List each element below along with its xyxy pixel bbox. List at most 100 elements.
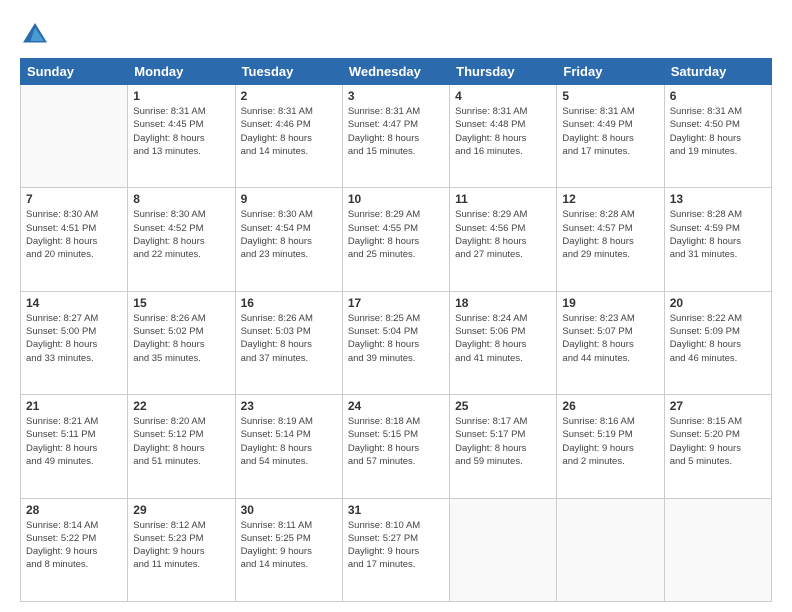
day-number: 10 (348, 192, 444, 206)
header-day-saturday: Saturday (664, 59, 771, 85)
calendar-cell: 30 Sunrise: 8:11 AM Sunset: 5:25 PM Dayli… (235, 498, 342, 601)
day-info: Sunrise: 8:28 AM Sunset: 4:59 PM Dayligh… (670, 208, 766, 261)
day-number: 5 (562, 89, 658, 103)
calendar-cell: 25Sunrise: 8:17 AM Sunset: 5:17 PM Dayli… (450, 395, 557, 498)
calendar-cell: 5 Sunrise: 8:31 AM Sunset: 4:49 PM Daylig… (557, 85, 664, 188)
day-number: 6 (670, 89, 766, 103)
day-info: Sunrise: 8:15 AM Sunset: 5:20 PM Dayligh… (670, 415, 766, 468)
day-number: 12 (562, 192, 658, 206)
page: SundayMondayTuesdayWednesdayThursdayFrid… (0, 0, 792, 612)
week-row-3: 14 Sunrise: 8:27 AM Sunset: 5:00 PM Dayli… (21, 291, 772, 394)
day-info: Sunrise: 8:11 AM Sunset: 5:25 PM Dayligh… (241, 519, 337, 572)
day-number: 18 (455, 296, 551, 310)
day-info: Sunrise: 8:30 AM Sunset: 4:52 PM Dayligh… (133, 208, 229, 261)
day-info: Sunrise: 8:16 AM Sunset: 5:19 PM Dayligh… (562, 415, 658, 468)
day-number: 30 (241, 503, 337, 517)
day-info: Sunrise: 8:25 AM Sunset: 5:04 PM Dayligh… (348, 312, 444, 365)
day-number: 27 (670, 399, 766, 413)
logo-icon (20, 20, 50, 50)
day-number: 31 (348, 503, 444, 517)
day-info: Sunrise: 8:31 AM Sunset: 4:48 PM Dayligh… (455, 105, 551, 158)
week-row-4: 21 Sunrise: 8:21 AM Sunset: 5:11 PM Dayli… (21, 395, 772, 498)
day-number: 28 (26, 503, 122, 517)
header-day-wednesday: Wednesday (342, 59, 449, 85)
calendar-cell: 13 Sunrise: 8:28 AM Sunset: 4:59 PM Dayli… (664, 188, 771, 291)
calendar-cell (557, 498, 664, 601)
day-number: 19 (562, 296, 658, 310)
day-info: Sunrise: 8:28 AM Sunset: 4:57 PM Dayligh… (562, 208, 658, 261)
day-number: 23 (241, 399, 337, 413)
calendar-cell: 9 Sunrise: 8:30 AM Sunset: 4:54 PM Daylig… (235, 188, 342, 291)
calendar-cell: 14 Sunrise: 8:27 AM Sunset: 5:00 PM Dayli… (21, 291, 128, 394)
day-number: 14 (26, 296, 122, 310)
calendar-cell: 2Sunrise: 8:31 AM Sunset: 4:46 PM Daylig… (235, 85, 342, 188)
day-info: Sunrise: 8:31 AM Sunset: 4:49 PM Dayligh… (562, 105, 658, 158)
day-info: Sunrise: 8:19 AM Sunset: 5:14 PM Dayligh… (241, 415, 337, 468)
day-info: Sunrise: 8:20 AM Sunset: 5:12 PM Dayligh… (133, 415, 229, 468)
day-number: 15 (133, 296, 229, 310)
calendar-cell: 28 Sunrise: 8:14 AM Sunset: 5:22 PM Dayli… (21, 498, 128, 601)
header (20, 20, 772, 50)
calendar-cell: 26Sunrise: 8:16 AM Sunset: 5:19 PM Dayli… (557, 395, 664, 498)
week-row-2: 7 Sunrise: 8:30 AM Sunset: 4:51 PM Daylig… (21, 188, 772, 291)
day-info: Sunrise: 8:12 AM Sunset: 5:23 PM Dayligh… (133, 519, 229, 572)
day-number: 21 (26, 399, 122, 413)
day-info: Sunrise: 8:22 AM Sunset: 5:09 PM Dayligh… (670, 312, 766, 365)
day-info: Sunrise: 8:27 AM Sunset: 5:00 PM Dayligh… (26, 312, 122, 365)
calendar-cell: 15 Sunrise: 8:26 AM Sunset: 5:02 PM Dayli… (128, 291, 235, 394)
day-number: 25 (455, 399, 551, 413)
day-info: Sunrise: 8:31 AM Sunset: 4:50 PM Dayligh… (670, 105, 766, 158)
day-info: Sunrise: 8:21 AM Sunset: 5:11 PM Dayligh… (26, 415, 122, 468)
day-number: 4 (455, 89, 551, 103)
day-number: 17 (348, 296, 444, 310)
day-info: Sunrise: 8:24 AM Sunset: 5:06 PM Dayligh… (455, 312, 551, 365)
header-day-friday: Friday (557, 59, 664, 85)
day-info: Sunrise: 8:29 AM Sunset: 4:55 PM Dayligh… (348, 208, 444, 261)
header-day-thursday: Thursday (450, 59, 557, 85)
calendar-cell: 21 Sunrise: 8:21 AM Sunset: 5:11 PM Dayli… (21, 395, 128, 498)
calendar-cell: 16 Sunrise: 8:26 AM Sunset: 5:03 PM Dayli… (235, 291, 342, 394)
calendar-cell (21, 85, 128, 188)
calendar-cell: 22Sunrise: 8:20 AM Sunset: 5:12 PM Dayli… (128, 395, 235, 498)
calendar-header-row: SundayMondayTuesdayWednesdayThursdayFrid… (21, 59, 772, 85)
calendar-cell: 18 Sunrise: 8:24 AM Sunset: 5:06 PM Dayli… (450, 291, 557, 394)
calendar-body: 1Sunrise: 8:31 AM Sunset: 4:45 PM Daylig… (21, 85, 772, 602)
day-info: Sunrise: 8:30 AM Sunset: 4:54 PM Dayligh… (241, 208, 337, 261)
calendar-cell: 12 Sunrise: 8:28 AM Sunset: 4:57 PM Dayli… (557, 188, 664, 291)
calendar-cell: 11Sunrise: 8:29 AM Sunset: 4:56 PM Dayli… (450, 188, 557, 291)
day-info: Sunrise: 8:31 AM Sunset: 4:47 PM Dayligh… (348, 105, 444, 158)
day-number: 24 (348, 399, 444, 413)
day-info: Sunrise: 8:14 AM Sunset: 5:22 PM Dayligh… (26, 519, 122, 572)
calendar-cell (664, 498, 771, 601)
day-number: 3 (348, 89, 444, 103)
day-number: 7 (26, 192, 122, 206)
calendar-cell: 6 Sunrise: 8:31 AM Sunset: 4:50 PM Daylig… (664, 85, 771, 188)
day-info: Sunrise: 8:18 AM Sunset: 5:15 PM Dayligh… (348, 415, 444, 468)
calendar-table: SundayMondayTuesdayWednesdayThursdayFrid… (20, 58, 772, 602)
day-number: 8 (133, 192, 229, 206)
day-info: Sunrise: 8:30 AM Sunset: 4:51 PM Dayligh… (26, 208, 122, 261)
day-info: Sunrise: 8:26 AM Sunset: 5:03 PM Dayligh… (241, 312, 337, 365)
day-number: 29 (133, 503, 229, 517)
day-number: 2 (241, 89, 337, 103)
day-number: 13 (670, 192, 766, 206)
day-number: 20 (670, 296, 766, 310)
calendar-cell: 27 Sunrise: 8:15 AM Sunset: 5:20 PM Dayli… (664, 395, 771, 498)
calendar-cell: 7 Sunrise: 8:30 AM Sunset: 4:51 PM Daylig… (21, 188, 128, 291)
week-row-1: 1Sunrise: 8:31 AM Sunset: 4:45 PM Daylig… (21, 85, 772, 188)
calendar-cell: 17 Sunrise: 8:25 AM Sunset: 5:04 PM Dayli… (342, 291, 449, 394)
calendar-cell: 19Sunrise: 8:23 AM Sunset: 5:07 PM Dayli… (557, 291, 664, 394)
day-info: Sunrise: 8:10 AM Sunset: 5:27 PM Dayligh… (348, 519, 444, 572)
day-number: 1 (133, 89, 229, 103)
calendar-cell: 3 Sunrise: 8:31 AM Sunset: 4:47 PM Daylig… (342, 85, 449, 188)
day-info: Sunrise: 8:26 AM Sunset: 5:02 PM Dayligh… (133, 312, 229, 365)
day-number: 11 (455, 192, 551, 206)
day-number: 16 (241, 296, 337, 310)
day-number: 9 (241, 192, 337, 206)
calendar-cell: 8 Sunrise: 8:30 AM Sunset: 4:52 PM Daylig… (128, 188, 235, 291)
calendar-cell: 31 Sunrise: 8:10 AM Sunset: 5:27 PM Dayli… (342, 498, 449, 601)
header-day-tuesday: Tuesday (235, 59, 342, 85)
header-day-monday: Monday (128, 59, 235, 85)
calendar-cell: 10 Sunrise: 8:29 AM Sunset: 4:55 PM Dayli… (342, 188, 449, 291)
calendar-cell: 1Sunrise: 8:31 AM Sunset: 4:45 PM Daylig… (128, 85, 235, 188)
